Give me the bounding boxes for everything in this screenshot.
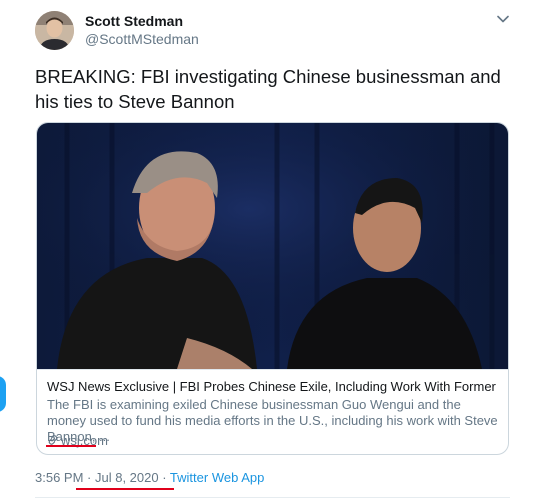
tweet-meta: 3:56 PM · Jul 8, 2020 · Twitter Web App	[35, 470, 264, 485]
meta-separator: ·	[83, 470, 95, 485]
card-image	[37, 123, 508, 369]
card-description: The FBI is examining exiled Chinese busi…	[47, 397, 498, 444]
tweet-date[interactable]: Jul 8, 2020	[95, 470, 159, 485]
tweet-text: BREAKING: FBI investigating Chinese busi…	[35, 66, 501, 112]
link-preview-card[interactable]: WSJ News Exclusive | FBI Probes Chinese …	[36, 122, 509, 455]
author-name[interactable]: Scott Stedman	[85, 13, 183, 29]
avatar[interactable]	[35, 11, 74, 50]
chevron-down-icon[interactable]	[496, 12, 510, 26]
tweet-source-app[interactable]: Twitter Web App	[170, 470, 264, 485]
meta-separator: ·	[158, 470, 170, 485]
author-handle[interactable]: @ScottMStedman	[85, 31, 199, 47]
card-body: WSJ News Exclusive | FBI Probes Chinese …	[37, 369, 508, 454]
floating-side-button[interactable]	[0, 376, 6, 412]
tweet: Scott Stedman @ScottMStedman BREAKING: F…	[22, 0, 520, 503]
annotation-underline	[76, 488, 174, 490]
divider	[35, 497, 510, 498]
annotation-underline	[46, 445, 96, 447]
tweet-time[interactable]: 3:56 PM	[35, 470, 83, 485]
card-title: WSJ News Exclusive | FBI Probes Chinese …	[47, 379, 499, 394]
